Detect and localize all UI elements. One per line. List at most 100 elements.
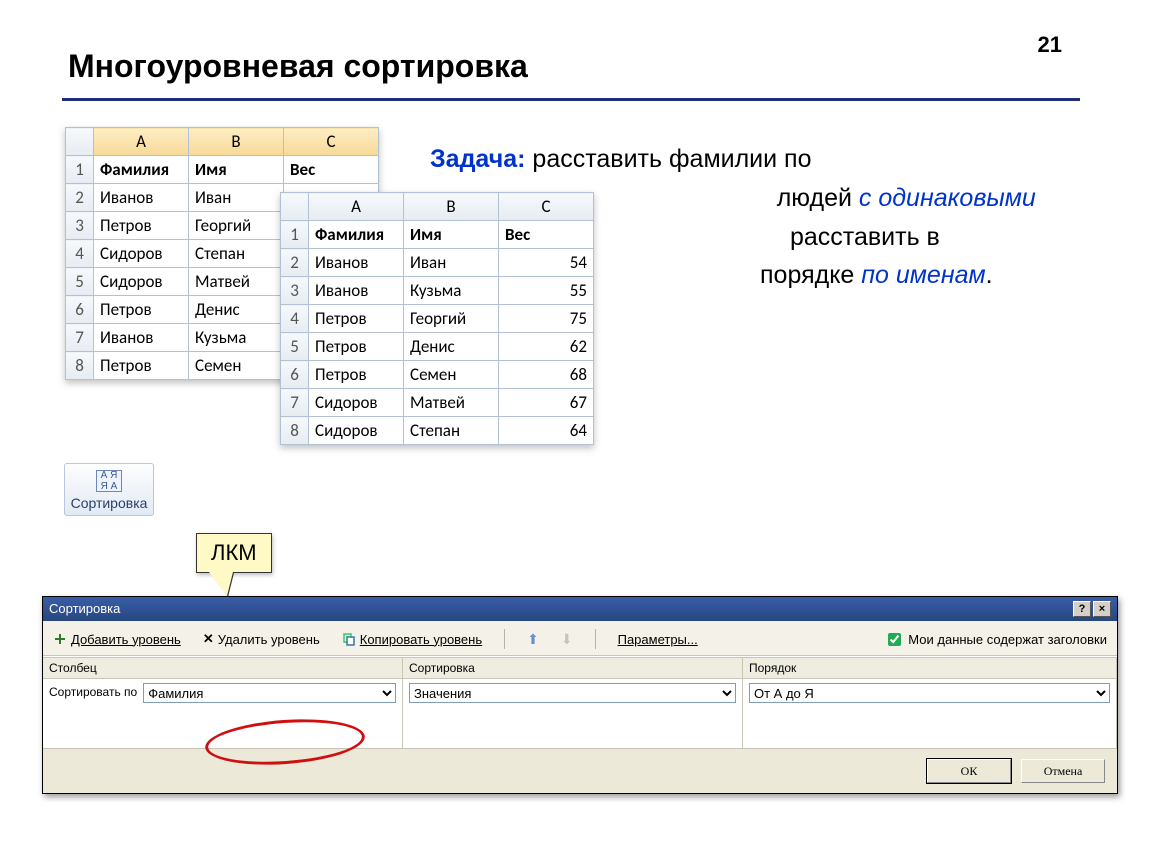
col-header-b[interactable]: B [404, 193, 499, 221]
col-header-b[interactable]: B [189, 128, 284, 156]
sort-on-select[interactable]: Значения [409, 683, 736, 703]
delete-icon: ✕ [203, 631, 214, 647]
sort-column-select[interactable]: Фамилия [143, 683, 396, 703]
cell[interactable]: Денис [404, 333, 499, 361]
cell[interactable]: Петров [309, 305, 404, 333]
cell[interactable]: Имя [404, 221, 499, 249]
row-header[interactable]: 8 [66, 352, 94, 380]
row-header[interactable]: 5 [66, 268, 94, 296]
ok-button[interactable]: ОК [927, 759, 1011, 783]
select-all-corner[interactable] [281, 193, 309, 221]
row-header[interactable]: 6 [281, 361, 309, 389]
cell[interactable]: Семен [404, 361, 499, 389]
copy-level-button[interactable]: Копировать уровень [342, 632, 482, 647]
row-header[interactable]: 4 [66, 240, 94, 268]
help-button[interactable]: ? [1073, 601, 1091, 617]
cell[interactable]: Вес [284, 156, 379, 184]
select-all-corner[interactable] [66, 128, 94, 156]
cell[interactable]: Петров [94, 352, 189, 380]
copy-icon [342, 632, 356, 646]
sort-on-cell: Значения [403, 679, 743, 749]
row-header[interactable]: 7 [66, 324, 94, 352]
table-row: 6ПетровСемен68 [281, 361, 594, 389]
cell[interactable]: Степан [404, 417, 499, 445]
move-up-button[interactable]: ⬆ [527, 631, 539, 648]
cell[interactable]: Петров [309, 333, 404, 361]
dialog-title: Сортировка [49, 597, 120, 621]
cell[interactable]: Кузьма [189, 324, 284, 352]
task-line3: расставить в [790, 223, 940, 251]
cell[interactable]: Иванов [94, 324, 189, 352]
cancel-button[interactable]: Отмена [1021, 759, 1105, 783]
cell[interactable]: Фамилия [309, 221, 404, 249]
cell[interactable]: Иванов [309, 249, 404, 277]
table-row: 3ИвановКузьма55 [281, 277, 594, 305]
cell[interactable]: Петров [94, 296, 189, 324]
excel-table-after: A B C 1ФамилияИмяВес2ИвановИван543Иванов… [280, 192, 594, 445]
task-italic-2: по именам [861, 261, 985, 289]
cell[interactable]: Вес [499, 221, 594, 249]
cell[interactable]: Георгий [189, 212, 284, 240]
row-header[interactable]: 2 [281, 249, 309, 277]
cell[interactable]: 67 [499, 389, 594, 417]
row-header[interactable]: 3 [66, 212, 94, 240]
row-header[interactable]: 5 [281, 333, 309, 361]
headers-checkbox[interactable]: Мои данные содержат заголовки [884, 630, 1107, 649]
dialog-buttons: ОК Отмена [43, 749, 1117, 793]
delete-level-button[interactable]: ✕ Удалить уровень [203, 631, 320, 647]
sort-ribbon-button[interactable]: А ЯЯ А Сортировка [64, 463, 154, 516]
add-level-button[interactable]: Добавить уровень [53, 632, 181, 647]
headers-checkbox-input[interactable] [888, 633, 901, 646]
cell[interactable]: Сидоров [94, 240, 189, 268]
row-header[interactable]: 3 [281, 277, 309, 305]
cell[interactable]: 54 [499, 249, 594, 277]
cell[interactable]: Иван [404, 249, 499, 277]
sort-order-select[interactable]: От А до Я [749, 683, 1110, 703]
row-header[interactable]: 7 [281, 389, 309, 417]
close-button[interactable]: × [1093, 601, 1111, 617]
move-down-button[interactable]: ⬇ [561, 631, 573, 648]
col-header-a[interactable]: A [309, 193, 404, 221]
sort-order-cell: От А до Я [743, 679, 1117, 749]
cell[interactable]: Имя [189, 156, 284, 184]
cell[interactable]: Кузьма [404, 277, 499, 305]
cell[interactable]: Петров [94, 212, 189, 240]
cell[interactable]: 68 [499, 361, 594, 389]
cell[interactable]: Петров [309, 361, 404, 389]
cell[interactable]: Семен [189, 352, 284, 380]
cell[interactable]: Георгий [404, 305, 499, 333]
sort-by-label: Сортировать по [49, 685, 137, 699]
cell[interactable]: Матвей [404, 389, 499, 417]
task-line4c: . [986, 261, 993, 289]
row-header[interactable]: 2 [66, 184, 94, 212]
cell[interactable]: Денис [189, 296, 284, 324]
table-row: 2ИвановИван54 [281, 249, 594, 277]
dialog-toolbar: Добавить уровень ✕ Удалить уровень Копир… [43, 621, 1117, 656]
row-header[interactable]: 8 [281, 417, 309, 445]
cell[interactable]: Сидоров [309, 389, 404, 417]
parameters-button[interactable]: Параметры... [618, 632, 698, 647]
sort-column-cell: Сортировать по Фамилия [43, 679, 403, 749]
col-header-c[interactable]: C [284, 128, 379, 156]
cell[interactable]: Иван [189, 184, 284, 212]
cell[interactable]: Степан [189, 240, 284, 268]
row-header[interactable]: 1 [66, 156, 94, 184]
cell[interactable]: Сидоров [309, 417, 404, 445]
cell[interactable]: 64 [499, 417, 594, 445]
cell[interactable]: Матвей [189, 268, 284, 296]
row-header[interactable]: 1 [281, 221, 309, 249]
col-header-a[interactable]: A [94, 128, 189, 156]
cell[interactable]: Иванов [94, 184, 189, 212]
row-header[interactable]: 6 [66, 296, 94, 324]
task-label: Задача: [430, 145, 525, 173]
col-header-c[interactable]: C [499, 193, 594, 221]
grid-header-sort: Сортировка [403, 657, 743, 679]
cell[interactable]: 55 [499, 277, 594, 305]
cell[interactable]: Фамилия [94, 156, 189, 184]
cell[interactable]: Иванов [309, 277, 404, 305]
row-header[interactable]: 4 [281, 305, 309, 333]
cell[interactable]: Сидоров [94, 268, 189, 296]
slide-title: Многоуровневая сортировка [68, 48, 528, 85]
cell[interactable]: 75 [499, 305, 594, 333]
cell[interactable]: 62 [499, 333, 594, 361]
